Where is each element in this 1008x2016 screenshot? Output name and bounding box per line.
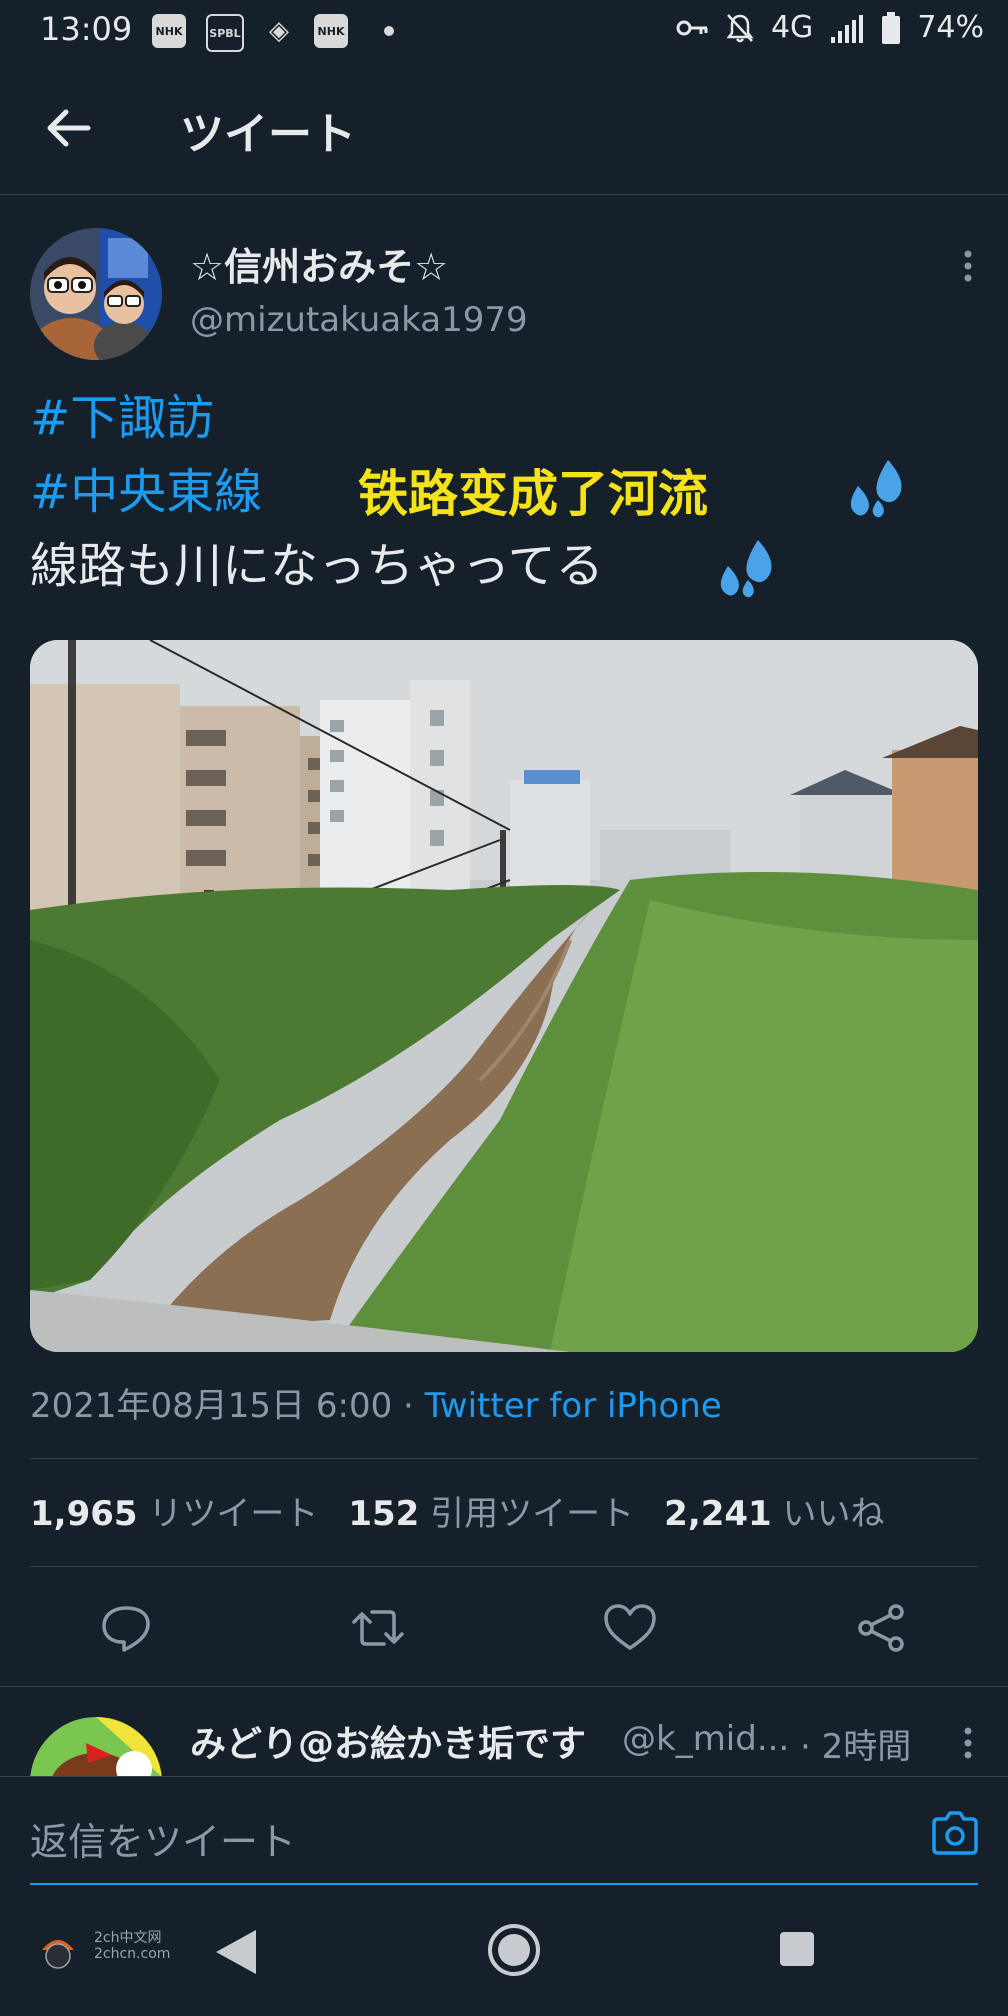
composer-focus-line — [30, 1883, 978, 1885]
nav-back-icon[interactable] — [212, 1926, 260, 1978]
tweet-photo[interactable] — [30, 640, 978, 1352]
quotes-count: 152 — [348, 1494, 420, 1534]
likes-count: 2,241 — [664, 1494, 772, 1534]
network-label: 4G — [770, 10, 814, 45]
status-bar: 13:09 NHK SPBL ◈ NHK 4G 74% — [0, 0, 1008, 62]
likes-label: いいね — [782, 1494, 885, 1534]
battery-level: 74% — [917, 10, 984, 45]
author-avatar[interactable] — [30, 228, 162, 360]
page-title: ツイート — [180, 109, 356, 160]
watermark-line-1: 2ch中文网 — [94, 1930, 162, 1946]
overlay-caption: 铁路变成了河流 — [358, 465, 708, 523]
quotes-stat[interactable]: 152 引用ツイート — [348, 1486, 634, 1535]
likes-stat[interactable]: 2,241 いいね — [664, 1486, 884, 1535]
reply-tweet[interactable]: みどり@お絵かき垢です @k_mid... · 2時間 — [0, 1686, 1008, 1777]
signal-icon — [831, 14, 864, 43]
reply-input[interactable]: 返信をツイート — [30, 1811, 296, 1866]
key-icon — [676, 20, 708, 35]
nhk-icon: NHK — [152, 14, 186, 48]
tweet-date: 2021年08月15日 6:00 — [30, 1386, 393, 1426]
hashtag-chuo-east-line[interactable]: #中央東線 — [30, 464, 262, 520]
status-time: 13:09 — [40, 10, 133, 48]
spbl-icon: SPBL — [206, 14, 244, 52]
notification-dot-icon — [384, 26, 394, 36]
retweets-stat[interactable]: 1,965 リツイート — [30, 1486, 318, 1535]
system-navigation-bar: 2ch中文网 2chcn.com — [0, 1890, 1008, 2016]
sweat-droplets-icon-2 — [720, 540, 772, 598]
reply-avatar[interactable] — [30, 1717, 162, 1777]
reply-display-name[interactable]: みどり@お絵かき垢です — [190, 1715, 586, 1767]
top-bar: ツイート — [0, 62, 1008, 195]
author-handle[interactable]: @mizutakuaka1979 — [190, 300, 528, 340]
sweat-droplets-icon — [850, 460, 902, 518]
watermark: 2ch中文网 2chcn.com — [38, 1930, 171, 1969]
tweet-source-link[interactable]: Twitter for iPhone — [425, 1386, 722, 1426]
tweet-body: 線路も川になっちゃってる — [30, 538, 604, 594]
status-right: 4G 74% — [675, 10, 984, 45]
watermark-logo-icon — [42, 1940, 74, 1969]
more-options-icon[interactable] — [948, 246, 988, 286]
hashtag-shimosuwa[interactable]: #下諏訪 — [30, 390, 214, 446]
retweet-icon[interactable] — [350, 1600, 406, 1656]
engagement-stats: 1,965 リツイート 152 引用ツイート 2,241 いいね — [30, 1486, 885, 1535]
tweet-text-line-2: #中央東線 — [30, 460, 262, 524]
divider-2 — [30, 1566, 978, 1567]
reply-more-icon[interactable] — [948, 1723, 988, 1763]
retweets-count: 1,965 — [30, 1494, 138, 1534]
reply-composer[interactable]: 返信をツイート — [0, 1776, 1008, 1887]
battery-icon — [882, 11, 901, 44]
app-icon: ◈ — [269, 16, 289, 46]
share-icon[interactable] — [854, 1600, 910, 1656]
retweets-label: リツイート — [148, 1494, 319, 1534]
quotes-label: 引用ツイート — [430, 1494, 635, 1534]
reply-handle[interactable]: @k_mid... — [622, 1719, 789, 1759]
back-arrow-icon[interactable] — [42, 102, 94, 154]
like-heart-icon[interactable] — [602, 1600, 658, 1656]
meta-separator: · — [392, 1386, 425, 1426]
mute-icon — [726, 13, 754, 42]
nav-recents-icon[interactable] — [778, 1930, 816, 1968]
watermark-line-2: 2chcn.com — [94, 1946, 171, 1962]
divider — [30, 1458, 978, 1459]
camera-icon[interactable] — [928, 1807, 982, 1861]
tweet-text-line-3: 線路も川になっちゃってる — [30, 534, 604, 598]
nav-home-icon[interactable] — [486, 1922, 542, 1978]
reply-timestamp: · 2時間 — [800, 1727, 912, 1767]
tweet-text-line-1: #下諏訪 — [30, 386, 214, 450]
nhk-icon-2: NHK — [314, 14, 348, 48]
reply-icon[interactable] — [98, 1600, 154, 1656]
author-display-name[interactable]: ☆信州おみそ☆ — [190, 236, 448, 291]
tweet-meta: 2021年08月15日 6:00 · Twitter for iPhone — [30, 1378, 722, 1427]
tweet-actions — [0, 1586, 1008, 1676]
